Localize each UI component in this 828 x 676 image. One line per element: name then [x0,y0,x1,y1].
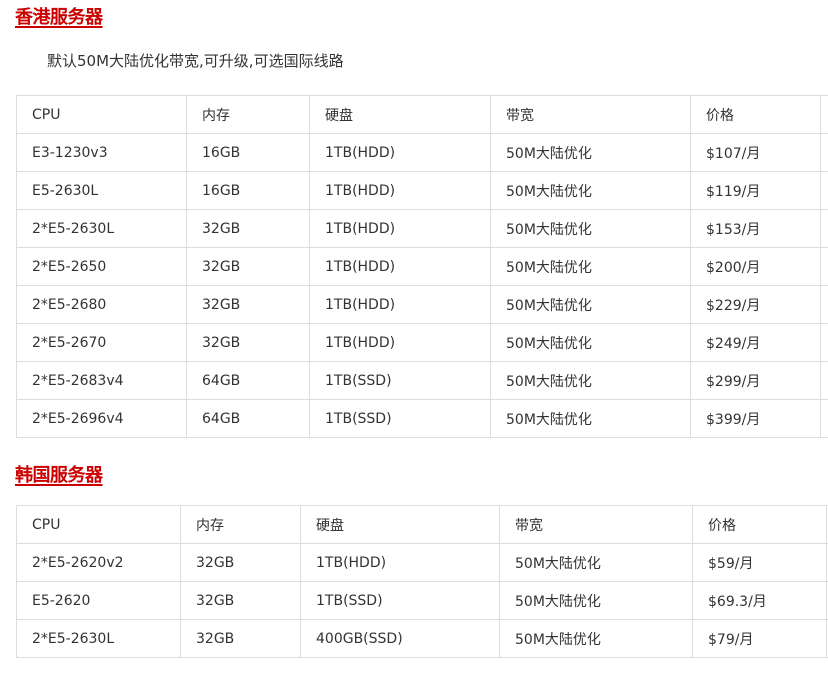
cell-price: $399/月 [690,399,821,438]
cell-disk: 1TB(HDD) [300,543,500,582]
cell-memory: 32GB [186,323,310,362]
cell-bandwidth: 50M大陆优化 [490,285,691,324]
column-header-price: 价格 [692,505,827,544]
column-header-disk: 硬盘 [300,505,500,544]
cell-price: $59/月 [692,543,827,582]
cell-cpu: 2*E5-2683v4 [16,361,187,400]
cell-price: $153/月 [690,209,821,248]
cell-cpu: 2*E5-2620v2 [16,543,181,582]
cell-cpu: 2*E5-2680 [16,285,187,324]
cell-memory: 64GB [186,361,310,400]
cell-memory: 32GB [186,209,310,248]
table-row: 2*E5-2683v4 64GB 1TB(SSD) 50M大陆优化 $299/月 [16,361,828,400]
cell-bandwidth: 50M大陆优化 [490,323,691,362]
cell-bandwidth: 50M大陆优化 [490,133,691,172]
cell-disk: 1TB(HDD) [309,323,491,362]
cell-extra [820,399,828,438]
cell-bandwidth: 50M大陆优化 [490,171,691,210]
cell-disk: 1TB(HDD) [309,171,491,210]
table-header-row: CPU 内存 硬盘 带宽 价格 [16,505,828,544]
column-header-cpu: CPU [16,505,181,544]
cell-extra [820,133,828,172]
korea-servers-heading: 韩国服务器 [15,465,103,486]
cell-cpu: E5-2630L [16,171,187,210]
cell-price: $107/月 [690,133,821,172]
cell-cpu: 2*E5-2650 [16,247,187,286]
cell-cpu: E3-1230v3 [16,133,187,172]
cell-extra [820,323,828,362]
cell-price: $249/月 [690,323,821,362]
cell-extra [820,209,828,248]
cell-extra [820,247,828,286]
cell-disk: 1TB(HDD) [309,247,491,286]
cell-disk: 400GB(SSD) [300,619,500,658]
cell-price: $229/月 [690,285,821,324]
column-header-bandwidth: 带宽 [490,95,691,134]
column-header-disk: 硬盘 [309,95,491,134]
korea-server-table: CPU 内存 硬盘 带宽 价格 2*E5-2620v2 32GB 1TB(HDD… [16,505,828,658]
cell-memory: 32GB [180,619,301,658]
cell-bandwidth: 50M大陆优化 [490,399,691,438]
cell-cpu: 2*E5-2670 [16,323,187,362]
cell-bandwidth: 50M大陆优化 [499,619,693,658]
cell-memory: 16GB [186,133,310,172]
cell-bandwidth: 50M大陆优化 [490,247,691,286]
cell-disk: 1TB(HDD) [309,285,491,324]
cell-memory: 32GB [180,543,301,582]
column-header-memory: 内存 [186,95,310,134]
cell-cpu: 2*E5-2630L [16,619,181,658]
cell-price: $200/月 [690,247,821,286]
cell-extra [820,361,828,400]
table-row: 2*E5-2620v2 32GB 1TB(HDD) 50M大陆优化 $59/月 [16,543,828,582]
table-row: E5-2620 32GB 1TB(SSD) 50M大陆优化 $69.3/月 [16,581,828,620]
cell-bandwidth: 50M大陆优化 [490,361,691,400]
column-header-memory: 内存 [180,505,301,544]
cell-memory: 32GB [186,247,310,286]
column-header-extra [820,95,828,134]
cell-disk: 1TB(SSD) [300,581,500,620]
hong-kong-servers-heading: 香港服务器 [15,7,103,28]
cell-memory: 16GB [186,171,310,210]
cell-cpu: 2*E5-2630L [16,209,187,248]
cell-bandwidth: 50M大陆优化 [499,581,693,620]
table-row: E5-2630L 16GB 1TB(HDD) 50M大陆优化 $119/月 [16,171,828,210]
cell-price: $119/月 [690,171,821,210]
table-row: 2*E5-2630L 32GB 400GB(SSD) 50M大陆优化 $79/月 [16,619,828,658]
cell-price: $299/月 [690,361,821,400]
cell-memory: 32GB [186,285,310,324]
table-row: 2*E5-2680 32GB 1TB(HDD) 50M大陆优化 $229/月 [16,285,828,324]
table-row: E3-1230v3 16GB 1TB(HDD) 50M大陆优化 $107/月 [16,133,828,172]
table-row: 2*E5-2630L 32GB 1TB(HDD) 50M大陆优化 $153/月 [16,209,828,248]
bandwidth-note: 默认50M大陆优化带宽,可升级,可选国际线路 [47,52,344,70]
cell-extra [820,171,828,210]
cell-price: $79/月 [692,619,827,658]
cell-bandwidth: 50M大陆优化 [499,543,693,582]
table-row: 2*E5-2696v4 64GB 1TB(SSD) 50M大陆优化 $399/月 [16,399,828,438]
cell-disk: 1TB(SSD) [309,399,491,438]
cell-price: $69.3/月 [692,581,827,620]
column-header-cpu: CPU [16,95,187,134]
column-header-bandwidth: 带宽 [499,505,693,544]
table-header-row: CPU 内存 硬盘 带宽 价格 [16,95,828,134]
cell-bandwidth: 50M大陆优化 [490,209,691,248]
cell-memory: 32GB [180,581,301,620]
cell-cpu: 2*E5-2696v4 [16,399,187,438]
cell-cpu: E5-2620 [16,581,181,620]
hong-kong-server-table: CPU 内存 硬盘 带宽 价格 E3-1230v3 16GB 1TB(HDD) … [16,95,828,438]
cell-disk: 1TB(SSD) [309,361,491,400]
cell-disk: 1TB(HDD) [309,133,491,172]
column-header-price: 价格 [690,95,821,134]
cell-memory: 64GB [186,399,310,438]
cell-extra [820,285,828,324]
table-row: 2*E5-2650 32GB 1TB(HDD) 50M大陆优化 $200/月 [16,247,828,286]
cell-disk: 1TB(HDD) [309,209,491,248]
table-row: 2*E5-2670 32GB 1TB(HDD) 50M大陆优化 $249/月 [16,323,828,362]
